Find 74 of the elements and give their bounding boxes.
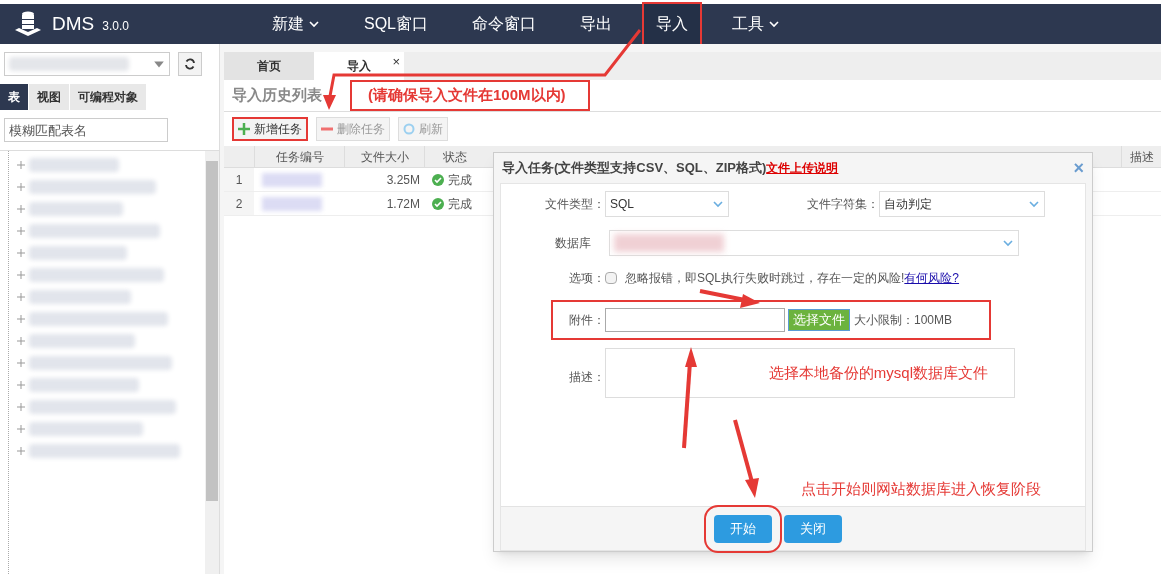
- size-limit: 大小限制：100MB: [854, 312, 953, 329]
- sidebar-tab[interactable]: 可编程对象: [70, 84, 147, 110]
- chevron-down-icon: [768, 18, 780, 30]
- nav-item[interactable]: 导出: [568, 4, 624, 44]
- annotation-text: 点击开始则网站数据库进入恢复阶段: [801, 478, 1041, 499]
- plus-icon[interactable]: [17, 183, 25, 191]
- field-label: 文件字符集：: [806, 196, 879, 213]
- plus-icon[interactable]: [17, 425, 25, 433]
- page-tab[interactable]: 首页: [224, 52, 314, 80]
- column-header: 描述: [1121, 146, 1161, 167]
- sidebar-tab[interactable]: 视图: [29, 84, 70, 110]
- chevron-down-icon: [1002, 237, 1014, 249]
- add-task-button[interactable]: 新增任务: [232, 117, 308, 141]
- nav-item[interactable]: 导入: [644, 4, 700, 44]
- size-note: (请确保导入文件在100M以内): [350, 80, 590, 111]
- field-label: 选项：: [568, 270, 605, 287]
- refresh-button[interactable]: [178, 52, 202, 76]
- nav-item[interactable]: 命令窗口: [460, 4, 548, 44]
- check-circle-icon: [432, 197, 444, 210]
- chevron-down-icon: [1028, 198, 1040, 210]
- nav-item[interactable]: 工具: [720, 4, 792, 44]
- plus-icon[interactable]: [17, 227, 25, 235]
- table-search-field[interactable]: 模糊匹配表名: [4, 118, 168, 142]
- plus-icon[interactable]: [17, 205, 25, 213]
- plus-icon[interactable]: [17, 403, 25, 411]
- redacted-bar: [262, 172, 322, 187]
- app-version: 3.0.0: [102, 18, 129, 35]
- sidebar-tab[interactable]: 表: [0, 84, 29, 110]
- status-cell: 完成: [424, 168, 484, 191]
- column-header: 任务编号: [254, 146, 344, 167]
- plus-icon[interactable]: [17, 359, 25, 367]
- row-number: 1: [224, 168, 254, 191]
- field-label: 附件：: [568, 312, 605, 329]
- table-cell-text: 3.25M: [385, 171, 421, 189]
- description-field[interactable]: 选择本地备份的mysql数据库文件: [605, 348, 1015, 398]
- attachment-field[interactable]: [605, 308, 785, 332]
- plus-icon[interactable]: [17, 293, 25, 301]
- plus-icon[interactable]: [17, 161, 25, 169]
- risk-link[interactable]: 有何风险?: [904, 269, 960, 287]
- section-title: 导入历史列表: [232, 85, 322, 106]
- redacted-bar: [262, 196, 322, 211]
- annotation-text: 选择本地备份的mysql数据库文件: [768, 362, 988, 383]
- plus-icon[interactable]: [17, 381, 25, 389]
- charset-select[interactable]: 自动判定: [879, 191, 1045, 217]
- close-icon[interactable]: ×: [392, 52, 400, 72]
- database-select[interactable]: [609, 230, 1019, 256]
- field-label: 数据库: [554, 235, 592, 252]
- field-label: 描述：: [568, 369, 605, 386]
- plus-icon: [238, 123, 250, 135]
- check-circle-icon: [432, 173, 444, 186]
- chevron-down-icon: [308, 18, 320, 30]
- row-number: 2: [224, 192, 254, 215]
- plus-icon[interactable]: [17, 271, 25, 279]
- field-label: 文件类型：: [544, 196, 605, 213]
- database-select[interactable]: [4, 52, 170, 76]
- plus-icon[interactable]: [17, 447, 25, 455]
- refresh-icon: [403, 123, 415, 135]
- app-name: DMS: [52, 11, 95, 36]
- plus-icon[interactable]: [17, 337, 25, 345]
- dialog-title: 导入任务(文件类型支持CSV、SQL、ZIP格式): [502, 159, 767, 178]
- file-type-select[interactable]: SQL: [605, 191, 729, 217]
- plus-icon[interactable]: [17, 315, 25, 323]
- nav-item[interactable]: 新建: [260, 4, 332, 44]
- upload-help-link[interactable]: 文件上传说明: [766, 159, 839, 177]
- option-text: 忽略报错，即SQL执行失败时跳过，存在一定的风险!: [625, 270, 905, 287]
- table-cell-text: 1.72M: [385, 195, 421, 213]
- chevron-down-icon: [712, 198, 724, 210]
- column-header: 状态: [424, 146, 484, 167]
- nav-item[interactable]: SQL窗口: [352, 4, 440, 44]
- plus-icon[interactable]: [17, 249, 25, 257]
- refresh-icon: [184, 58, 196, 70]
- column-header: 文件大小: [344, 146, 424, 167]
- ignore-errors-checkbox[interactable]: [605, 272, 617, 284]
- status-cell: 完成: [424, 192, 484, 215]
